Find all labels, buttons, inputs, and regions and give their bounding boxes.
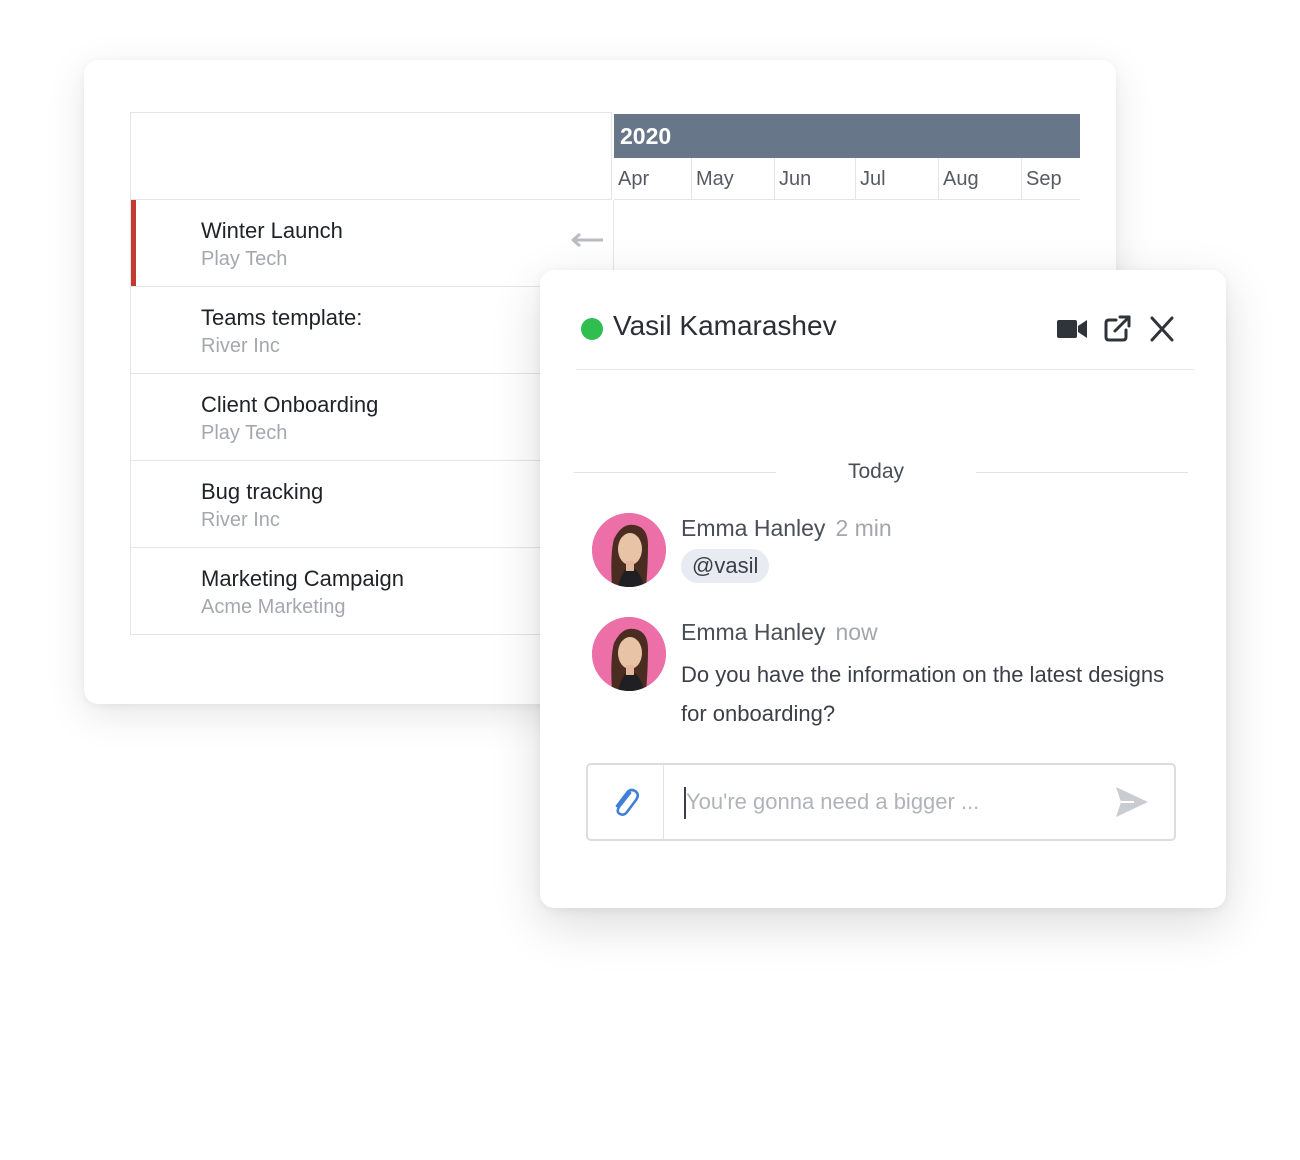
- online-status-icon: [581, 318, 603, 340]
- month-label: Aug: [939, 158, 1022, 200]
- message-time: 2 min: [835, 515, 892, 541]
- project-client: River Inc: [201, 335, 280, 357]
- project-title: Marketing Campaign: [201, 566, 404, 591]
- message-composer: [586, 763, 1176, 841]
- message-text: Do you have the information on the lates…: [681, 662, 1165, 726]
- avatar[interactable]: [592, 513, 666, 587]
- message-author: Emma Hanley now: [681, 619, 878, 646]
- timeline-months: Apr May Jun Jul Aug Sep: [614, 158, 1080, 200]
- project-title: Bug tracking: [201, 479, 324, 504]
- chat-window: Vasil Kamarashev Today Emma Hanley 2 min…: [540, 270, 1226, 908]
- mention-tag[interactable]: @vasil: [681, 549, 770, 583]
- month-label: Sep: [1026, 168, 1062, 190]
- month-label: May: [692, 158, 775, 200]
- project-client: Play Tech: [201, 248, 288, 270]
- timeline-left-header: [130, 112, 612, 200]
- project-title: Teams template:: [201, 305, 363, 330]
- message-time: now: [835, 619, 878, 645]
- paperclip-icon: [615, 788, 640, 816]
- chat-header: Vasil Kamarashev: [576, 294, 1194, 370]
- project-client: River Inc: [201, 509, 280, 531]
- divider: [976, 472, 1188, 473]
- message-input[interactable]: [686, 783, 1086, 821]
- timeline-year-header: 2020: [614, 114, 1080, 158]
- send-icon[interactable]: [1114, 785, 1150, 819]
- message-author: Emma Hanley 2 min: [681, 515, 892, 542]
- close-icon[interactable]: [1146, 314, 1178, 344]
- project-client: Acme Marketing: [201, 596, 346, 618]
- project-row[interactable]: Winter Launch Play Tech: [131, 200, 613, 287]
- project-title: Winter Launch: [201, 218, 343, 243]
- month-label: Jun: [775, 158, 856, 200]
- message-author-name: Emma Hanley: [681, 515, 826, 541]
- project-title: Client Onboarding: [201, 392, 379, 417]
- month-label: Jul: [856, 158, 939, 200]
- project-client: Play Tech: [201, 422, 288, 444]
- attach-button[interactable]: [588, 765, 664, 839]
- avatar[interactable]: [592, 617, 666, 691]
- date-separator: Today: [574, 458, 1188, 488]
- message-author-name: Emma Hanley: [681, 619, 826, 645]
- month-label: Apr: [614, 158, 692, 200]
- arrow-left-icon[interactable]: [571, 230, 605, 250]
- chat-contact-name: Vasil Kamarashev: [613, 310, 837, 341]
- video-camera-icon[interactable]: [1056, 314, 1088, 344]
- popout-icon[interactable]: [1102, 314, 1134, 344]
